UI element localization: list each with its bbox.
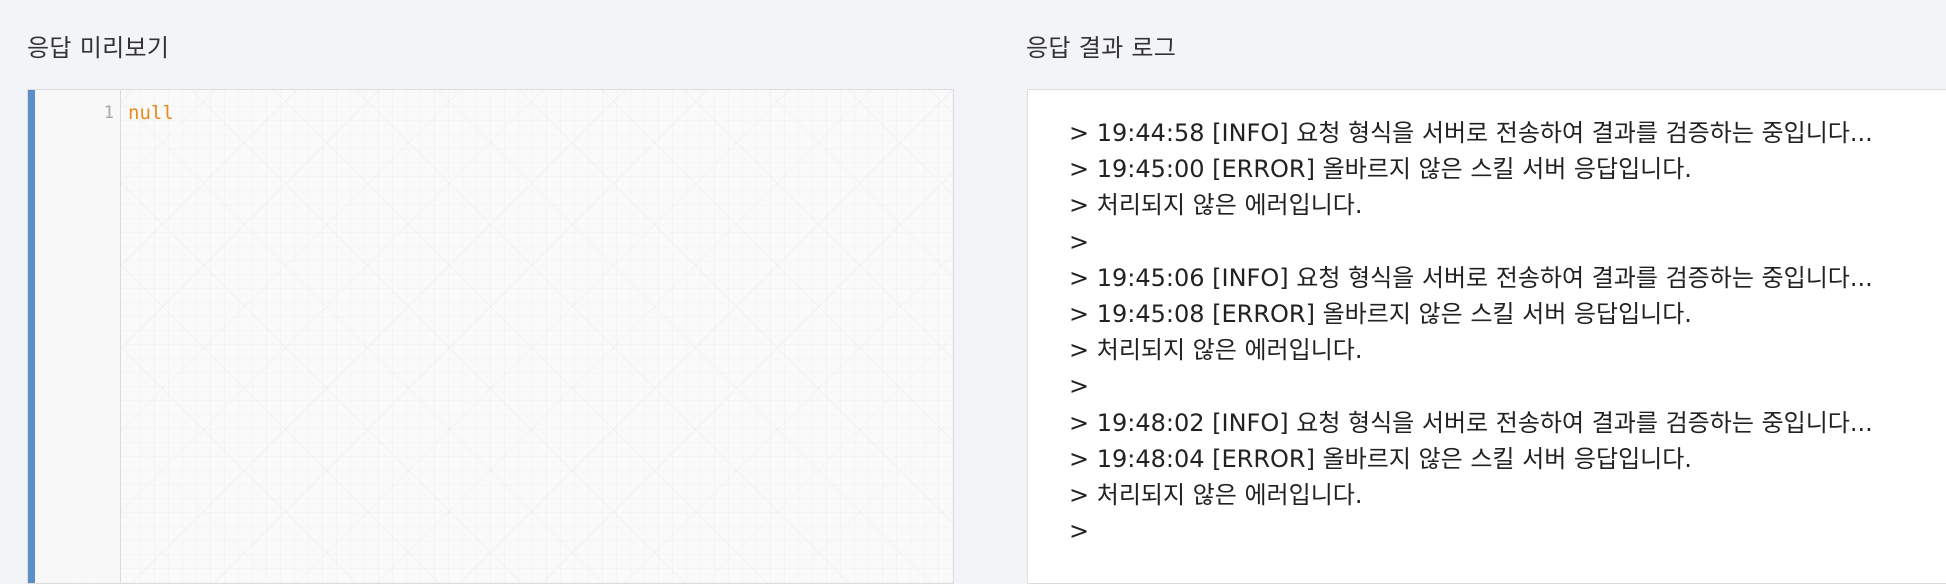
log-line: > 19:45:06 [INFO] 요청 형식을 서버로 전송하여 결과를 검증…: [1069, 263, 1873, 292]
response-preview-title: 응답 미리보기: [27, 34, 170, 62]
editor-accent-bar: [28, 90, 35, 583]
line-number-gutter: 1: [35, 90, 121, 583]
log-line: > 19:48:02 [INFO] 요청 형식을 서버로 전송하여 결과를 검증…: [1069, 408, 1873, 437]
response-log-panel[interactable]: > 19:44:58 [INFO] 요청 형식을 서버로 전송하여 결과를 검증…: [1027, 89, 1946, 584]
response-log-title: 응답 결과 로그: [1026, 34, 1177, 62]
log-line: > 19:44:58 [INFO] 요청 형식을 서버로 전송하여 결과를 검증…: [1069, 119, 1873, 147]
log-line: > 19:45:00 [ERROR] 올바르지 않은 스킬 서버 응답입니다.: [1069, 155, 1692, 184]
log-line: > 처리되지 않은 에러입니다.: [1069, 480, 1363, 509]
log-line: >: [1069, 227, 1090, 256]
log-line: > 처리되지 않은 에러입니다.: [1069, 336, 1363, 365]
log-line: > 19:45:08 [ERROR] 올바르지 않은 스킬 서버 응답입니다.: [1069, 299, 1692, 328]
log-line: >: [1069, 517, 1090, 546]
line-number: 1: [103, 103, 114, 123]
log-line: > 처리되지 않은 에러입니다.: [1069, 191, 1363, 220]
log-line: >: [1069, 372, 1090, 401]
code-line: null: [128, 102, 174, 124]
log-line: > 19:48:04 [ERROR] 올바르지 않은 스킬 서버 응답입니다.: [1069, 444, 1692, 473]
response-preview-editor[interactable]: 1 null: [27, 89, 954, 584]
log-list: > 19:44:58 [INFO] 요청 형식을 서버로 전송하여 결과를 검증…: [1069, 115, 1873, 549]
